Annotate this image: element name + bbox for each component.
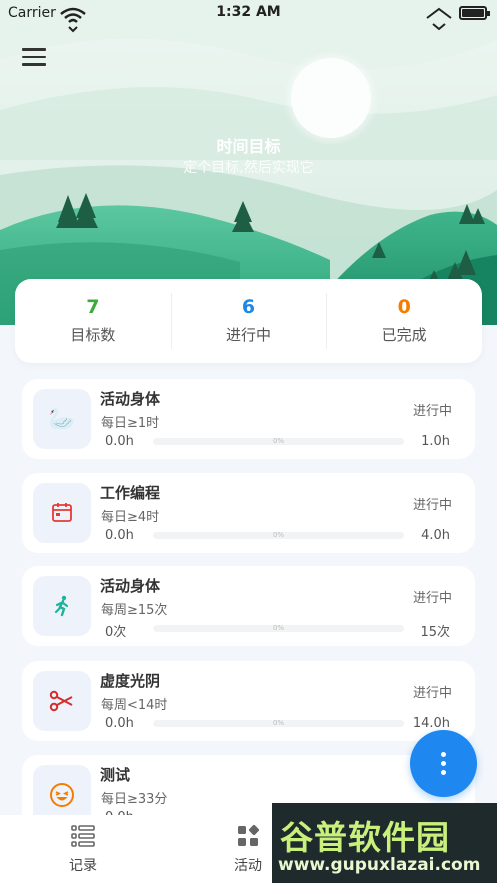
scissors-icon: [33, 671, 91, 731]
tab-activities[interactable]: 活动: [218, 823, 278, 875]
goal-status: 进行中: [412, 498, 452, 513]
more-vertical-icon: [441, 750, 446, 777]
goal-progress-start: 0.0h: [105, 528, 134, 543]
tab-records[interactable]: 记录: [53, 823, 113, 875]
calendar-icon: [33, 483, 91, 543]
goal-title: 虚度光阴: [100, 672, 161, 690]
signal-chevron-icon: [425, 6, 453, 36]
more-actions-button[interactable]: [410, 730, 477, 797]
goal-status: 进行中: [412, 686, 452, 701]
tab-activities-label: 活动: [234, 858, 262, 874]
goal-progress-start: 0.0h: [105, 716, 134, 731]
goal-progress-end: 1.0h: [421, 434, 450, 449]
status-bar: Carrier 1:32 AM: [0, 0, 497, 33]
stat-completed[interactable]: 0 已完成: [326, 279, 482, 363]
goal-card[interactable]: 🦢 活动身体 每日≥1时 0.0h 0% 1.0h 进行中: [22, 379, 475, 459]
swan-icon: 🦢: [33, 389, 91, 449]
goal-target: 每日≥4时: [101, 510, 160, 525]
stat-value: 6: [241, 296, 256, 318]
goal-progress-end: 15次: [420, 625, 450, 640]
goal-progress-start: 0次: [105, 625, 127, 640]
goal-progress-bar: 0%: [153, 624, 404, 632]
goal-title: 活动身体: [100, 390, 161, 408]
menu-icon[interactable]: [22, 48, 46, 66]
grid-icon: [238, 824, 260, 846]
stat-total-goals[interactable]: 7 目标数: [15, 279, 171, 363]
goal-progress-bar: 0%: [153, 531, 404, 539]
list-icon: [71, 825, 95, 847]
watermark-logo: 谷普软件园 www.gupuxlazai.com: [272, 803, 497, 883]
watermark-name: 谷普软件园: [280, 818, 450, 857]
stat-label: 目标数: [70, 326, 116, 344]
watermark-url: www.gupuxlazai.com: [278, 855, 481, 875]
goal-card[interactable]: 活动身体 每周≥15次 0次 0% 15次 进行中: [22, 566, 475, 646]
goal-progress-end: 4.0h: [421, 528, 450, 543]
page-title: 时间目标: [216, 137, 281, 156]
goal-progress-start: 0.0h: [105, 434, 134, 449]
running-icon: [33, 576, 91, 636]
goal-progress-percent: 0%: [272, 624, 285, 632]
goal-progress-percent: 0%: [272, 437, 285, 445]
goal-target: 每周≥15次: [101, 603, 168, 618]
goal-title: 工作编程: [100, 484, 161, 502]
goal-status: 进行中: [412, 591, 452, 606]
stats-card: 7 目标数 6 进行中 0 已完成: [15, 279, 482, 363]
tab-records-label: 记录: [69, 858, 97, 874]
goal-progress-percent: 0%: [272, 531, 285, 539]
goal-card[interactable]: 工作编程 每日≥4时 0.0h 0% 4.0h 进行中: [22, 473, 475, 553]
goal-target: 每日≥1时: [101, 416, 160, 431]
stat-value: 0: [397, 296, 411, 318]
stat-value: 7: [86, 296, 100, 318]
clock: 1:32 AM: [216, 4, 281, 20]
goal-target: 每周<14时: [101, 698, 168, 713]
goal-title: 测试: [100, 766, 131, 784]
goal-target: 每日≥33分: [101, 792, 168, 807]
stat-label: 进行中: [226, 326, 272, 344]
goal-progress-bar: 0%: [153, 437, 404, 445]
page-subtitle: 定个目标,然后实现它: [183, 160, 314, 176]
goal-card[interactable]: 虚度光阴 每周<14时 0.0h 0% 14.0h 进行中: [22, 661, 475, 741]
goal-title: 活动身体: [100, 577, 161, 595]
goal-progress-end: 14.0h: [412, 716, 450, 731]
stat-label: 已完成: [381, 326, 427, 344]
goal-progress-percent: 0%: [272, 719, 285, 727]
battery-icon: [459, 6, 490, 20]
goal-status: 进行中: [412, 404, 452, 419]
goal-progress-bar: 0%: [153, 719, 404, 727]
stat-in-progress[interactable]: 6 进行中: [170, 279, 327, 363]
